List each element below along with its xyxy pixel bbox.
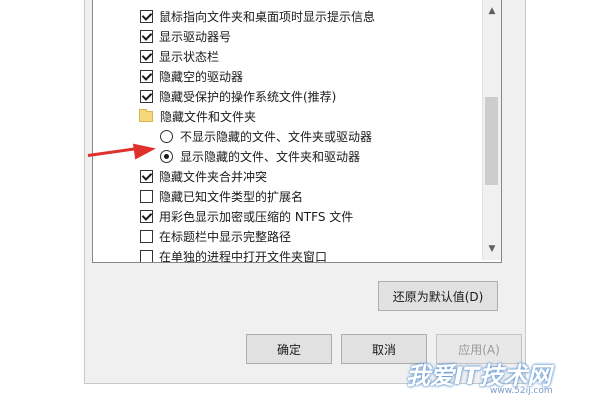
setting-group-hidden-files: 隐藏文件和文件夹 bbox=[93, 106, 483, 126]
setting-item-color-ntfs[interactable]: 用彩色显示加密或压缩的 NTFS 文件 bbox=[93, 206, 483, 226]
setting-label: 显示驱动器号 bbox=[159, 29, 232, 44]
setting-label: 鼠标指向文件夹和桌面项时显示提示信息 bbox=[159, 9, 376, 24]
setting-item-hide-extensions[interactable]: 隐藏已知文件类型的扩展名 bbox=[93, 186, 483, 206]
checkbox-checked[interactable] bbox=[140, 89, 153, 103]
setting-label: 显示隐藏的文件、文件夹和驱动器 bbox=[180, 149, 361, 164]
radio-selected[interactable] bbox=[160, 149, 173, 163]
watermark-url: www.52ij.com bbox=[490, 386, 553, 396]
checkbox-checked[interactable] bbox=[140, 29, 153, 43]
setting-label: 隐藏已知文件类型的扩展名 bbox=[159, 189, 304, 204]
setting-label: 隐藏受保护的操作系统文件(推荐) bbox=[159, 89, 337, 104]
advanced-settings-tree: 鼠标指向文件夹和桌面项时显示提示信息 显示驱动器号 显示状态栏 隐藏空的驱动器 … bbox=[92, 0, 502, 263]
setting-label: 隐藏文件夹合并冲突 bbox=[159, 169, 268, 184]
setting-group-label: 隐藏文件和文件夹 bbox=[160, 109, 257, 124]
folder-icon bbox=[139, 108, 153, 122]
ok-button[interactable]: 确定 bbox=[246, 334, 332, 364]
setting-label: 在标题栏中显示完整路径 bbox=[159, 229, 292, 244]
setting-item-full-path-title[interactable]: 在标题栏中显示完整路径 bbox=[93, 226, 483, 246]
setting-label: 隐藏空的驱动器 bbox=[159, 69, 244, 84]
checkbox-checked[interactable] bbox=[140, 69, 153, 83]
checkbox-unchecked[interactable] bbox=[140, 249, 153, 262]
setting-item-separate-process[interactable]: 在单独的进程中打开文件夹窗口 bbox=[93, 246, 483, 262]
setting-item-hide-merge-conflicts[interactable]: 隐藏文件夹合并冲突 bbox=[93, 166, 483, 186]
setting-item-drive-letters[interactable]: 显示驱动器号 bbox=[93, 26, 483, 46]
checkbox-checked[interactable] bbox=[140, 9, 153, 23]
radio-unselected[interactable] bbox=[160, 129, 173, 143]
setting-label: 不显示隐藏的文件、文件夹或驱动器 bbox=[180, 129, 373, 144]
scroll-down-icon[interactable]: ▼ bbox=[483, 240, 501, 257]
checkbox-checked[interactable] bbox=[140, 49, 153, 63]
setting-item-tooltips[interactable]: 鼠标指向文件夹和桌面项时显示提示信息 bbox=[93, 6, 483, 26]
scroll-up-icon[interactable]: ▲ bbox=[483, 2, 501, 19]
setting-label: 用彩色显示加密或压缩的 NTFS 文件 bbox=[159, 209, 354, 224]
setting-label: 在单独的进程中打开文件夹窗口 bbox=[159, 249, 328, 263]
checkbox-unchecked[interactable] bbox=[140, 189, 153, 203]
setting-item-hide-protected-os-files[interactable]: 隐藏受保护的操作系统文件(推荐) bbox=[93, 86, 483, 106]
setting-label: 显示状态栏 bbox=[159, 49, 220, 64]
vertical-scrollbar[interactable]: ▲ ▼ bbox=[482, 0, 501, 260]
red-arrow-head-icon bbox=[132, 140, 158, 160]
scroll-thumb[interactable] bbox=[485, 97, 498, 185]
checkbox-unchecked[interactable] bbox=[140, 229, 153, 243]
setting-item-hide-empty-drives[interactable]: 隐藏空的驱动器 bbox=[93, 66, 483, 86]
checkbox-checked[interactable] bbox=[140, 209, 153, 223]
setting-item-status-bar[interactable]: 显示状态栏 bbox=[93, 46, 483, 66]
checkbox-checked[interactable] bbox=[140, 169, 153, 183]
restore-defaults-button[interactable]: 还原为默认值(D) bbox=[378, 281, 498, 311]
settings-list: 鼠标指向文件夹和桌面项时显示提示信息 显示驱动器号 显示状态栏 隐藏空的驱动器 … bbox=[93, 0, 483, 262]
